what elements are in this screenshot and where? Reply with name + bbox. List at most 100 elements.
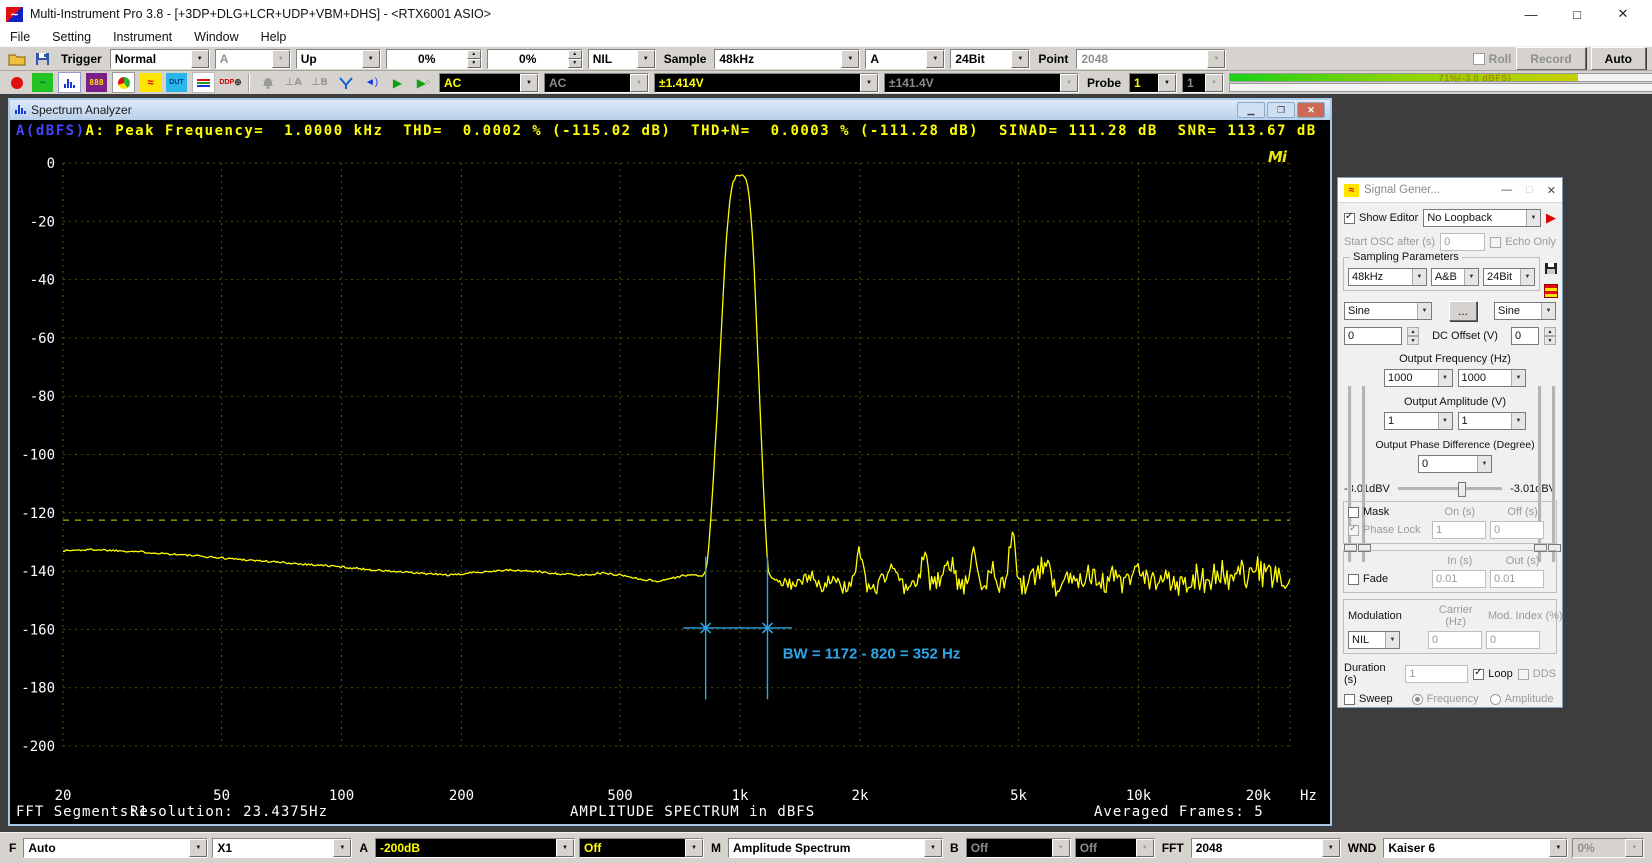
chevron-down-icon[interactable]: ▼: [333, 839, 351, 857]
frequency-axis-select[interactable]: Auto▼: [23, 838, 208, 858]
spectrum-mode-select[interactable]: Amplitude Spectrum▼: [728, 838, 943, 858]
siggen-close-icon[interactable]: ✕: [1547, 184, 1556, 197]
mask-checkbox[interactable]: Mask: [1348, 506, 1426, 518]
roll-checkbox[interactable]: Roll: [1473, 52, 1512, 66]
fade-checkbox[interactable]: Fade: [1348, 573, 1428, 585]
window-function-select[interactable]: Kaiser 6▼: [1383, 838, 1568, 858]
menu-file[interactable]: File: [10, 30, 30, 44]
dds-checkbox[interactable]: DDS: [1518, 668, 1556, 680]
chevron-down-icon[interactable]: ▼: [1526, 210, 1540, 226]
run-stop-icon[interactable]: [6, 73, 27, 92]
phase-lock-checkbox[interactable]: Phase Lock: [1348, 524, 1428, 536]
play-icon[interactable]: ▶: [387, 73, 408, 92]
spectrum-chart[interactable]: 0-20-40-60-80-100-120-140-160-180-200205…: [10, 142, 1330, 824]
chevron-down-icon[interactable]: ▼: [1158, 74, 1176, 92]
play-loop-icon[interactable]: ▶○: [413, 73, 434, 92]
maximize-icon[interactable]: □: [1554, 0, 1600, 28]
chevron-down-icon[interactable]: ▼: [1385, 632, 1399, 648]
trigger-source-select[interactable]: A▼: [215, 49, 291, 69]
trigger-mode-select[interactable]: Normal▼: [110, 49, 210, 69]
amplitude-a-select[interactable]: 1▼: [1384, 412, 1453, 430]
chevron-down-icon[interactable]: ▼: [1477, 456, 1491, 472]
siggen-list-icon[interactable]: [1544, 284, 1558, 301]
b-range-select[interactable]: Off▼: [966, 838, 1071, 858]
probe-calibration-icon[interactable]: [335, 73, 356, 92]
gauge-icon[interactable]: [112, 72, 135, 93]
siggen-rate-select[interactable]: 48kHz▼: [1348, 268, 1427, 286]
spectrum-analyzer-icon[interactable]: [58, 72, 81, 93]
open-file-icon[interactable]: [6, 49, 27, 68]
chevron-down-icon[interactable]: ▼: [860, 74, 878, 92]
signal-generator-icon[interactable]: ≈: [140, 73, 161, 92]
trigger-delay-spinner[interactable]: 0%▲▼: [487, 49, 583, 69]
b-reference-select[interactable]: Off▼: [1075, 838, 1155, 858]
menu-instrument[interactable]: Instrument: [113, 30, 172, 44]
coupling-a-select[interactable]: AC▼: [439, 73, 539, 93]
siggen-save-icon[interactable]: [1544, 262, 1558, 278]
start-osc-input[interactable]: 0: [1440, 233, 1485, 251]
chevron-down-icon[interactable]: ▼: [841, 50, 859, 68]
balance-slider-handle[interactable]: [1458, 482, 1466, 497]
coupling-b-select[interactable]: AC▼: [544, 73, 649, 93]
points-select[interactable]: 2048▼: [1076, 49, 1226, 69]
probe-b-select[interactable]: 1▼: [1182, 73, 1224, 93]
window-close-icon[interactable]: ✕: [1297, 102, 1325, 118]
a-range-select[interactable]: -200dB▼: [375, 838, 575, 858]
frequency-a-select[interactable]: 1000▼: [1384, 369, 1453, 387]
spin-up-icon[interactable]: ▲: [467, 50, 481, 59]
chevron-down-icon[interactable]: ▼: [556, 839, 574, 857]
bit-depth-select[interactable]: 24Bit▼: [950, 49, 1030, 69]
chevron-down-icon[interactable]: ▼: [362, 50, 380, 68]
menu-help[interactable]: Help: [261, 30, 287, 44]
show-editor-checkbox[interactable]: Show Editor: [1344, 212, 1418, 224]
menu-window[interactable]: Window: [194, 30, 238, 44]
chevron-down-icon[interactable]: ▼: [924, 839, 942, 857]
chevron-down-icon[interactable]: ▼: [1464, 269, 1478, 285]
siggen-minimize-icon[interactable]: —: [1501, 184, 1512, 197]
waveform-a-select[interactable]: Sine▼: [1344, 302, 1432, 320]
sweep-amplitude-radio[interactable]: Amplitude: [1490, 693, 1554, 705]
spin-down-icon[interactable]: ▼: [1544, 336, 1556, 345]
spin-up-icon[interactable]: ▲: [568, 50, 582, 59]
window-minimize-icon[interactable]: ▁: [1237, 102, 1265, 118]
spin-up-icon[interactable]: ▲: [1407, 327, 1419, 336]
range-b-select[interactable]: ±141.4V▼: [884, 73, 1079, 93]
multimeter-icon[interactable]: 888: [86, 73, 107, 92]
mask-on-input[interactable]: 1: [1432, 521, 1486, 539]
chevron-down-icon[interactable]: ▼: [926, 50, 944, 68]
sample-rate-select[interactable]: 48kHz▼: [714, 49, 860, 69]
sample-channels-select[interactable]: A▼: [865, 49, 945, 69]
sweep-checkbox[interactable]: Sweep: [1344, 693, 1393, 705]
chevron-down-icon[interactable]: ▼: [1520, 269, 1534, 285]
chevron-down-icon[interactable]: ▼: [520, 74, 538, 92]
siggen-title-bar[interactable]: ≈ Signal Gener... — □ ✕: [1338, 178, 1562, 203]
chevron-down-icon[interactable]: ▼: [1011, 50, 1029, 68]
close-icon[interactable]: ✕: [1600, 0, 1646, 28]
chevron-down-icon[interactable]: ▼: [685, 839, 703, 857]
chevron-down-icon[interactable]: ▼: [191, 50, 209, 68]
spin-down-icon[interactable]: ▼: [467, 59, 481, 68]
echo-only-checkbox[interactable]: Echo Only: [1490, 236, 1556, 248]
trigger-level-spinner[interactable]: 0%▲▼: [386, 49, 482, 69]
loop-checkbox[interactable]: Loop: [1473, 668, 1512, 680]
derived-data-icon[interactable]: [192, 72, 215, 93]
spin-down-icon[interactable]: ▼: [568, 59, 582, 68]
frequency-b-select[interactable]: 1000▼: [1458, 369, 1527, 387]
loopback-select[interactable]: No Loopback▼: [1423, 209, 1541, 227]
zoom-select[interactable]: X1▼: [212, 838, 352, 858]
more-waveforms-button[interactable]: ...: [1449, 301, 1477, 321]
spectrum-plot[interactable]: 0-20-40-60-80-100-120-140-160-180-200205…: [10, 142, 1330, 824]
alarm-icon[interactable]: [257, 73, 278, 92]
fade-in-input[interactable]: 0.01: [1432, 570, 1486, 588]
dc-offset-b-input[interactable]: 0: [1511, 327, 1539, 345]
window-restore-icon[interactable]: ❐: [1267, 102, 1295, 118]
chevron-down-icon[interactable]: ▼: [1322, 839, 1340, 857]
phase-difference-select[interactable]: 0▼: [1418, 455, 1492, 473]
carrier-input[interactable]: 0: [1428, 631, 1482, 649]
probe-a-select[interactable]: 1▼: [1129, 73, 1177, 93]
chevron-down-icon[interactable]: ▼: [1511, 370, 1525, 386]
device-test-plan-icon[interactable]: DUT: [166, 73, 187, 92]
siggen-maximize-icon[interactable]: □: [1526, 184, 1533, 197]
dc-offset-a-input[interactable]: 0: [1344, 327, 1402, 345]
save-icon[interactable]: [32, 49, 53, 68]
